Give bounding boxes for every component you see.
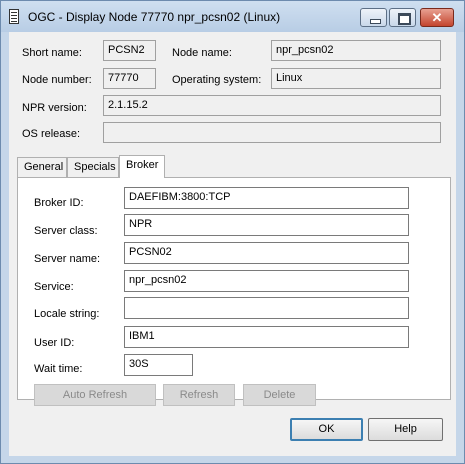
service-input[interactable]: npr_pcsn02 — [124, 270, 409, 292]
node-name-label: Node name: — [172, 47, 232, 59]
delete-button[interactable]: Delete — [243, 384, 316, 406]
short-name-field: PCSN2 — [103, 40, 156, 61]
document-icon — [9, 9, 19, 24]
operating-system-field: Linux — [271, 68, 441, 89]
broker-id-input[interactable]: DAEFIBM:3800:TCP — [124, 187, 409, 209]
short-name-label: Short name: — [22, 47, 82, 59]
window-title: OGC - Display Node 77770 npr_pcsn02 (Lin… — [28, 10, 281, 24]
broker-id-label: Broker ID: — [34, 197, 84, 209]
tab-broker[interactable]: Broker — [119, 155, 165, 178]
user-id-input[interactable]: IBM1 — [124, 326, 409, 348]
auto-refresh-button[interactable]: Auto Refresh — [34, 384, 156, 406]
wait-time-input[interactable]: 30S — [124, 354, 193, 376]
node-number-field: 77770 — [103, 68, 156, 89]
dialog-body: Short name: PCSN2 Node name: npr_pcsn02 … — [9, 32, 456, 456]
npr-version-label: NPR version: — [22, 102, 87, 114]
wait-time-label: Wait time: — [34, 363, 83, 375]
ok-button[interactable]: OK — [290, 418, 363, 441]
tab-general[interactable]: General — [17, 157, 67, 177]
user-id-label: User ID: — [34, 337, 75, 349]
node-number-label: Node number: — [22, 74, 92, 86]
os-release-label: OS release: — [22, 128, 81, 140]
server-name-label: Server name: — [34, 253, 101, 265]
operating-system-label: Operating system: — [172, 74, 262, 86]
close-icon: ✕ — [431, 10, 443, 25]
service-label: Service: — [34, 281, 74, 293]
help-button[interactable]: Help — [368, 418, 443, 441]
refresh-button[interactable]: Refresh — [163, 384, 235, 406]
minimize-button[interactable] — [360, 8, 387, 27]
locale-string-input[interactable] — [124, 297, 409, 319]
server-class-input[interactable]: NPR — [124, 214, 409, 236]
maximize-button[interactable] — [389, 8, 416, 27]
os-release-field — [103, 122, 441, 143]
npr-version-field: 2.1.15.2 — [103, 95, 441, 116]
server-name-input[interactable]: PCSN02 — [124, 242, 409, 264]
locale-string-label: Locale string: — [34, 308, 100, 320]
title-bar[interactable]: OGC - Display Node 77770 npr_pcsn02 (Lin… — [1, 1, 464, 32]
tab-specials[interactable]: Specials — [67, 157, 119, 177]
dialog-window: OGC - Display Node 77770 npr_pcsn02 (Lin… — [0, 0, 465, 464]
close-button[interactable]: ✕ — [420, 8, 454, 27]
node-name-field: npr_pcsn02 — [271, 40, 441, 61]
server-class-label: Server class: — [34, 225, 98, 237]
